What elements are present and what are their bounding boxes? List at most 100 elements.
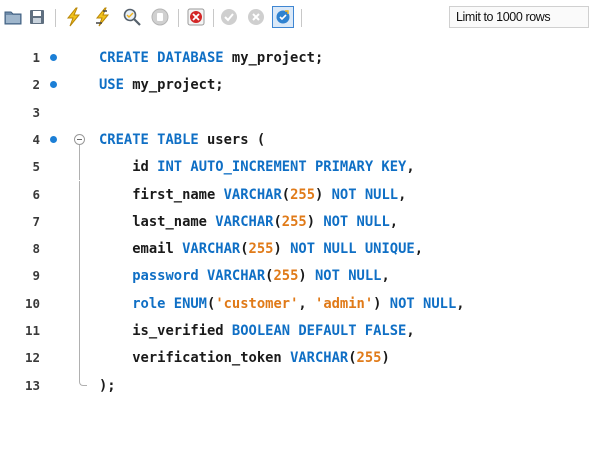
sql-text: users ( [198, 131, 266, 148]
fold-guide [79, 344, 80, 372]
line-number: 2 [32, 77, 40, 93]
save-icon[interactable] [26, 6, 48, 28]
statement-marker-icon [50, 135, 57, 143]
code-line[interactable]: 2 USE my_project; [0, 71, 591, 99]
sql-keyword: password VARCHAR [132, 268, 266, 285]
rollback-icon[interactable] [245, 6, 267, 28]
sql-keyword: USE [99, 77, 124, 94]
sql-keyword: role ENUM [132, 295, 207, 312]
execute-current-icon[interactable] [92, 6, 114, 28]
open-folder-icon[interactable] [2, 6, 24, 28]
code-line[interactable]: 1 CREATE DATABASE my_project; [0, 44, 591, 72]
fold-guide [79, 317, 80, 345]
sql-text: last_name [99, 213, 216, 230]
code-line[interactable]: 8 email VARCHAR(255) NOT NULL UNIQUE, [0, 235, 591, 263]
sql-keyword: NOT NULL [323, 213, 390, 230]
sql-text: my_project; [223, 50, 324, 66]
limit-rows-select[interactable]: Limit to 1000 rows [449, 6, 589, 28]
sql-text: , [406, 323, 415, 339]
fold-guide [79, 144, 80, 154]
sql-keyword: VARCHAR [182, 241, 241, 258]
sql-keyword: NOT NULL [389, 295, 457, 312]
sql-keyword: CREATE TABLE [99, 131, 199, 148]
code-text: verification_token VARCHAR(255) [99, 344, 390, 372]
code-line[interactable]: 3 [0, 99, 591, 127]
code-text: is_verified BOOLEAN DEFAULT FALSE, [99, 317, 415, 345]
code-text: last_name VARCHAR(255) NOT NULL, [99, 208, 398, 236]
code-line[interactable]: 9 password VARCHAR(255) NOT NULL, [0, 262, 591, 290]
code-text: CREATE DATABASE my_project; [99, 44, 323, 72]
sql-editor[interactable]: 1 CREATE DATABASE my_project; 2 USE my_proj… [0, 38, 591, 449]
sql-string: 'admin' [315, 295, 374, 312]
statement-marker-icon [50, 54, 57, 61]
sql-keyword: VARCHAR [223, 186, 282, 203]
sql-text: ) [315, 186, 332, 203]
line-number: 12 [24, 350, 40, 366]
toolbar-separator [55, 9, 56, 27]
sql-text: , [389, 213, 399, 230]
fold-guide [79, 289, 80, 317]
code-line[interactable]: 5 id INT AUTO_INCREMENT PRIMARY KEY, [0, 153, 591, 181]
sql-editor-toolbar: Limit to 1000 rows [0, 0, 591, 34]
code-text: password VARCHAR(255) NOT NULL, [99, 262, 390, 290]
code-text: id INT AUTO_INCREMENT PRIMARY KEY, [99, 153, 414, 181]
sql-string: 'customer' [215, 295, 299, 312]
toolbar-separator [301, 9, 302, 27]
sql-text: id [99, 159, 158, 176]
sql-text: ) [298, 268, 315, 285]
sql-text: ) [373, 295, 390, 312]
line-number: 3 [32, 104, 40, 120]
line-number: 1 [32, 50, 40, 65]
sql-text: email [99, 241, 183, 258]
code-text: ); [99, 372, 116, 400]
code-line[interactable]: 7 last_name VARCHAR(255) NOT NULL, [0, 207, 591, 236]
code-line[interactable]: 13); [0, 371, 591, 400]
sql-keyword: NOT NULL [315, 268, 382, 285]
sql-text: ( [273, 213, 282, 230]
sql-keyword: NOT NULL [331, 186, 399, 203]
sql-keyword: NOT NULL UNIQUE [290, 241, 415, 258]
line-number: 13 [24, 377, 40, 393]
code-line[interactable]: 11 is_verified BOOLEAN DEFAULT FALSE, [0, 317, 591, 345]
code-text: USE my_project; [99, 71, 224, 99]
fold-toggle-icon[interactable] [74, 133, 85, 145]
autocommit-icon[interactable] [272, 6, 294, 28]
sql-text: , [456, 295, 465, 312]
code-line[interactable]: 12 verification_token VARCHAR(255) [0, 344, 591, 372]
execute-icon[interactable] [63, 6, 85, 28]
sql-number: 255 [356, 350, 382, 367]
sql-keyword: INT AUTO_INCREMENT PRIMARY KEY [157, 159, 407, 176]
stop-icon[interactable] [149, 6, 171, 28]
sql-text: verification_token [99, 350, 291, 367]
sql-text: my_project; [123, 77, 224, 94]
code-line[interactable]: 10 role ENUM('customer', 'admin') NOT NU… [0, 289, 591, 318]
code-line[interactable]: 4 CREATE TABLE users ( [0, 126, 591, 154]
code-text: email VARCHAR(255) NOT NULL UNIQUE, [99, 235, 423, 263]
fold-guide [79, 180, 80, 208]
commit-icon[interactable] [218, 6, 240, 28]
line-number: 11 [24, 323, 40, 338]
sql-keyword: VARCHAR [290, 350, 349, 367]
sql-text: ) [306, 213, 324, 230]
explain-icon[interactable] [121, 6, 143, 28]
sql-text: , [398, 186, 407, 203]
line-number: 6 [32, 186, 40, 202]
fold-guide [79, 207, 80, 236]
sql-keyword: VARCHAR [215, 213, 274, 230]
toggle-error-icon[interactable] [185, 6, 207, 28]
line-number: 7 [32, 213, 40, 229]
sql-text: , [381, 268, 390, 285]
line-number: 10 [24, 295, 40, 311]
code-line[interactable]: 6 first_name VARCHAR(255) NOT NULL, [0, 180, 591, 209]
code-text: role ENUM('customer', 'admin') NOT NULL, [99, 290, 465, 318]
fold-guide [79, 371, 80, 380]
line-number: 4 [32, 131, 40, 147]
fold-end-guide [79, 377, 87, 386]
sql-text: first_name [99, 186, 224, 203]
toolbar-separator [213, 9, 214, 27]
sql-number: 255 [248, 241, 274, 258]
sql-text: is_verified [99, 323, 232, 339]
toolbar-separator [178, 9, 179, 27]
